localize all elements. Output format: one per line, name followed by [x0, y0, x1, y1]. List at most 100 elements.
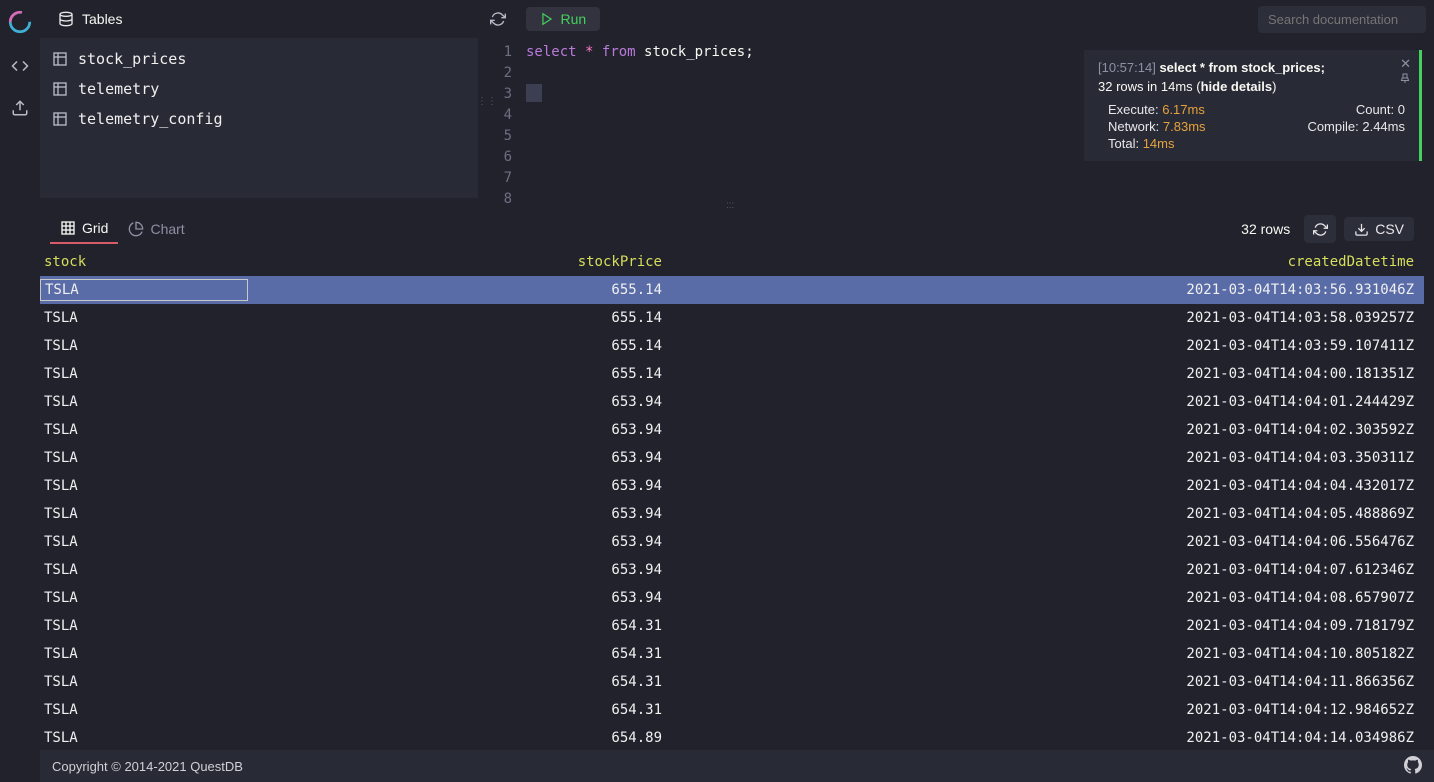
- refresh-results-button[interactable]: [1304, 215, 1336, 243]
- table-icon: [52, 111, 68, 127]
- cell-stock[interactable]: TSLA: [40, 366, 540, 382]
- compile-time: 2.44ms: [1362, 119, 1405, 134]
- cell-datetime[interactable]: 2021-03-04T14:04:05.488869Z: [670, 506, 1424, 522]
- cell-stock[interactable]: TSLA: [40, 450, 540, 466]
- table-row[interactable]: TSLA653.942021-03-04T14:04:03.350311Z: [40, 444, 1424, 472]
- cell-datetime[interactable]: 2021-03-04T14:04:04.432017Z: [670, 478, 1424, 494]
- cell-price[interactable]: 653.94: [540, 478, 670, 494]
- export-csv-button[interactable]: CSV: [1344, 217, 1414, 241]
- run-button[interactable]: Run: [526, 7, 600, 31]
- cell-datetime[interactable]: 2021-03-04T14:04:03.350311Z: [670, 450, 1424, 466]
- grid-header: stock stockPrice createdDatetime: [40, 248, 1424, 276]
- col-stock[interactable]: stock: [40, 254, 540, 270]
- cell-stock[interactable]: TSLA: [40, 590, 540, 606]
- cell-datetime[interactable]: 2021-03-04T14:04:09.718179Z: [670, 618, 1424, 634]
- table-row[interactable]: TSLA653.942021-03-04T14:04:04.432017Z: [40, 472, 1424, 500]
- cell-price[interactable]: 655.14: [540, 310, 670, 326]
- cell-stock[interactable]: TSLA: [40, 338, 540, 354]
- cell-price[interactable]: 653.94: [540, 422, 670, 438]
- table-row[interactable]: TSLA653.942021-03-04T14:04:01.244429Z: [40, 388, 1424, 416]
- cell-stock[interactable]: TSLA: [40, 730, 540, 746]
- cell-price[interactable]: 653.94: [540, 506, 670, 522]
- cell-stock[interactable]: TSLA: [40, 478, 540, 494]
- cell-price[interactable]: 654.31: [540, 618, 670, 634]
- cell-datetime[interactable]: 2021-03-04T14:04:14.034986Z: [670, 730, 1424, 746]
- refresh-button[interactable]: [482, 5, 514, 33]
- hide-details-link[interactable]: hide details: [1201, 79, 1273, 94]
- tables-button[interactable]: Tables: [48, 7, 132, 31]
- execute-time: 6.17ms: [1162, 102, 1205, 117]
- cell-datetime[interactable]: 2021-03-04T14:04:12.984652Z: [670, 702, 1424, 718]
- cell-stock[interactable]: TSLA: [40, 310, 540, 326]
- search-input[interactable]: [1258, 6, 1426, 33]
- cell-price[interactable]: 653.94: [540, 534, 670, 550]
- cell-datetime[interactable]: 2021-03-04T14:04:02.303592Z: [670, 422, 1424, 438]
- tab-grid[interactable]: Grid: [50, 214, 118, 244]
- cell-price[interactable]: 654.31: [540, 646, 670, 662]
- cell-stock[interactable]: TSLA: [40, 618, 540, 634]
- cell-datetime[interactable]: 2021-03-04T14:04:07.612346Z: [670, 562, 1424, 578]
- table-row[interactable]: TSLA655.142021-03-04T14:03:59.107411Z: [40, 332, 1424, 360]
- cell-datetime[interactable]: 2021-03-04T14:04:00.181351Z: [670, 366, 1424, 382]
- vertical-drag-handle[interactable]: ⋮⋮: [477, 96, 497, 107]
- cell-datetime[interactable]: 2021-03-04T14:04:10.805182Z: [670, 646, 1424, 662]
- cell-price[interactable]: 653.94: [540, 394, 670, 410]
- table-row[interactable]: TSLA654.312021-03-04T14:04:10.805182Z: [40, 640, 1424, 668]
- col-datetime[interactable]: createdDatetime: [670, 254, 1424, 270]
- table-item[interactable]: stock_prices: [40, 44, 478, 74]
- cell-datetime[interactable]: 2021-03-04T14:04:01.244429Z: [670, 394, 1424, 410]
- upload-icon[interactable]: [8, 96, 32, 120]
- pin-icon[interactable]: [1399, 72, 1411, 87]
- cell-stock[interactable]: TSLA: [40, 422, 540, 438]
- github-link[interactable]: [1404, 756, 1422, 777]
- table-row[interactable]: TSLA653.942021-03-04T14:04:08.657907Z: [40, 584, 1424, 612]
- cell-price[interactable]: 655.14: [540, 366, 670, 382]
- cell-stock[interactable]: TSLA: [40, 702, 540, 718]
- table-row[interactable]: TSLA653.942021-03-04T14:04:05.488869Z: [40, 500, 1424, 528]
- table-item[interactable]: telemetry: [40, 74, 478, 104]
- cell-price[interactable]: 654.31: [540, 674, 670, 690]
- table-row[interactable]: TSLA653.942021-03-04T14:04:07.612346Z: [40, 556, 1424, 584]
- table-row[interactable]: TSLA654.892021-03-04T14:04:14.034986Z: [40, 724, 1424, 750]
- table-row[interactable]: TSLA655.142021-03-04T14:04:00.181351Z: [40, 360, 1424, 388]
- results-grid[interactable]: stock stockPrice createdDatetime TSLA655…: [40, 248, 1424, 750]
- cell-datetime[interactable]: 2021-03-04T14:03:58.039257Z: [670, 310, 1424, 326]
- cell-price[interactable]: 654.31: [540, 702, 670, 718]
- col-price[interactable]: stockPrice: [540, 254, 670, 270]
- cell-datetime[interactable]: 2021-03-04T14:03:56.931046Z: [670, 282, 1424, 298]
- cell-price[interactable]: 655.14: [540, 282, 670, 298]
- table-row[interactable]: TSLA655.142021-03-04T14:03:58.039257Z: [40, 304, 1424, 332]
- left-rail: [0, 0, 40, 782]
- table-row[interactable]: TSLA654.312021-03-04T14:04:09.718179Z: [40, 612, 1424, 640]
- table-row[interactable]: TSLA655.142021-03-04T14:03:56.931046Z: [40, 276, 1424, 304]
- code-icon[interactable]: [8, 54, 32, 78]
- cell-stock[interactable]: TSLA: [40, 534, 540, 550]
- cell-datetime[interactable]: 2021-03-04T14:04:11.866356Z: [670, 674, 1424, 690]
- cell-price[interactable]: 655.14: [540, 338, 670, 354]
- table-row[interactable]: TSLA654.312021-03-04T14:04:12.984652Z: [40, 696, 1424, 724]
- table-name: telemetry: [78, 80, 159, 98]
- table-item[interactable]: telemetry_config: [40, 104, 478, 134]
- play-icon: [540, 12, 554, 26]
- pie-icon: [128, 221, 144, 237]
- cell-price[interactable]: 653.94: [540, 450, 670, 466]
- cell-stock[interactable]: TSLA: [40, 394, 540, 410]
- cell-stock[interactable]: TSLA: [40, 674, 540, 690]
- cell-stock[interactable]: TSLA: [40, 279, 540, 301]
- table-row[interactable]: TSLA653.942021-03-04T14:04:02.303592Z: [40, 416, 1424, 444]
- cell-stock[interactable]: TSLA: [40, 646, 540, 662]
- row-count: 32 rows: [1241, 221, 1290, 237]
- cell-price[interactable]: 654.89: [540, 730, 670, 746]
- cell-datetime[interactable]: 2021-03-04T14:04:06.556476Z: [670, 534, 1424, 550]
- cell-datetime[interactable]: 2021-03-04T14:03:59.107411Z: [670, 338, 1424, 354]
- tables-label: Tables: [82, 11, 122, 27]
- cell-price[interactable]: 653.94: [540, 562, 670, 578]
- tab-chart[interactable]: Chart: [118, 215, 194, 243]
- cell-price[interactable]: 653.94: [540, 590, 670, 606]
- cell-stock[interactable]: TSLA: [40, 506, 540, 522]
- table-row[interactable]: TSLA653.942021-03-04T14:04:06.556476Z: [40, 528, 1424, 556]
- cell-stock[interactable]: TSLA: [40, 562, 540, 578]
- close-icon[interactable]: ✕: [1400, 56, 1411, 72]
- cell-datetime[interactable]: 2021-03-04T14:04:08.657907Z: [670, 590, 1424, 606]
- table-row[interactable]: TSLA654.312021-03-04T14:04:11.866356Z: [40, 668, 1424, 696]
